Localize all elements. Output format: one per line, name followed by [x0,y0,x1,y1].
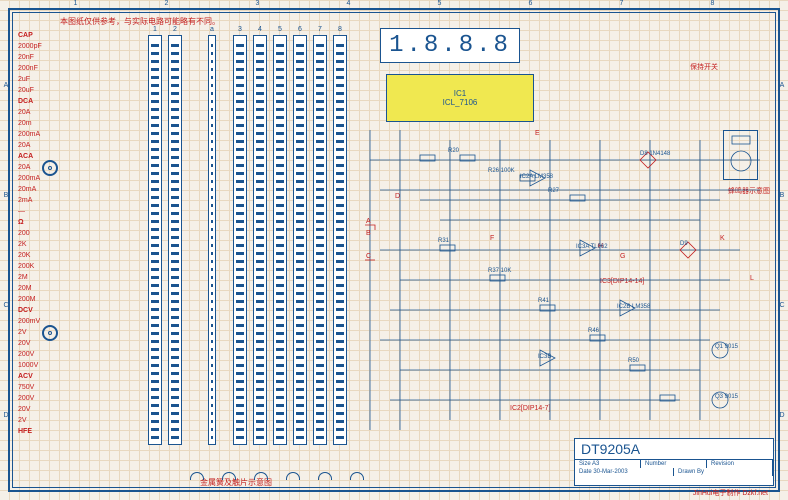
contact-symbols [190,472,364,480]
schematic-wiring: AB CD EF GH KL R20R26 100K R27R31 R37 10… [0,0,788,500]
svg-text:E: E [535,130,540,137]
svg-text:D9: D9 [680,241,688,247]
svg-text:IC2B LM358: IC2B LM358 [617,304,651,310]
svg-text:R26 100K: R26 100K [488,168,515,174]
svg-text:R50: R50 [628,358,640,364]
svg-text:R46: R46 [588,328,600,334]
svg-text:IC3B: IC3B [538,354,551,360]
svg-text:C: C [366,253,371,260]
svg-text:R37 10K: R37 10K [488,268,511,274]
svg-text:IC3A TL062: IC3A TL062 [576,244,608,250]
svg-text:R27: R27 [548,188,560,194]
svg-text:K: K [720,235,725,242]
svg-text:F: F [490,235,494,242]
svg-text:D8 1N4148: D8 1N4148 [640,151,671,157]
svg-text:R20: R20 [448,148,460,154]
title-block: DT9205A Size A3 Number Revision Date 30-… [574,438,774,486]
svg-text:R31: R31 [438,238,450,244]
svg-text:D: D [395,193,400,200]
svg-text:A: A [366,218,371,225]
svg-text:Q1 9015: Q1 9015 [715,344,739,350]
svg-text:B: B [366,230,371,237]
svg-text:IC2A LM358: IC2A LM358 [520,174,554,180]
svg-text:G: G [620,253,625,260]
drawing-title: DT9205A [575,439,773,460]
svg-text:Q3 9015: Q3 9015 [715,394,739,400]
svg-text:R41: R41 [538,298,550,304]
svg-text:L: L [750,275,754,282]
